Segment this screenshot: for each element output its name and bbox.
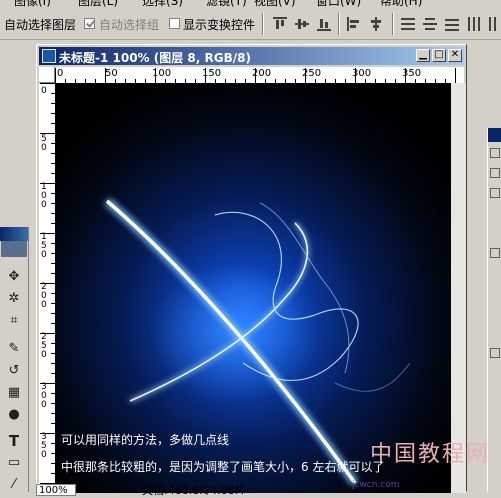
distribute-left-icon[interactable]: [466, 16, 482, 32]
auto-select-group-label: 自动选择组: [99, 18, 160, 32]
palette-icon[interactable]: [490, 168, 500, 178]
options-separator: [262, 13, 264, 35]
palette-icon[interactable]: [490, 248, 500, 258]
ruler-tick: [205, 68, 206, 83]
ruler-tick: [405, 68, 406, 83]
tools-palette: ✥ ✲ ⌗ ✎ ↺ ▦ ● T ▭ ⁄: [0, 227, 29, 492]
ruler-label: 200: [41, 282, 47, 310]
palette-icon[interactable]: [490, 348, 500, 358]
ruler-label: 250: [41, 332, 47, 360]
watermark-logo: 中国教程网: [370, 442, 491, 467]
ruler-label: 50: [41, 134, 47, 153]
document-window: 未标题-1 100% (图层 8, RGB/8) ▁ □ ✕ 0 50 100 …: [36, 44, 467, 493]
right-palette-header[interactable]: [488, 128, 501, 142]
vertical-scrollbar[interactable]: [451, 83, 466, 493]
document-title-bar[interactable]: 未标题-1 100% (图层 8, RGB/8) ▁ □ ✕: [39, 47, 464, 65]
crop-tool-icon[interactable]: ⌗: [4, 311, 24, 331]
ruler-label: 0: [57, 68, 64, 79]
ruler-tick: [40, 383, 55, 384]
menu-bar: 图像(I) 图层(L) 选择(S) 滤镜(T) 视图(V) 窗口(W) 帮助(H…: [0, 0, 501, 8]
zoom-field[interactable]: 100%: [36, 484, 76, 496]
document-size-status: 文档:468.8K/4.08M: [142, 484, 245, 497]
minimize-button[interactable]: ▁: [416, 49, 430, 62]
caption-line-1: 可以用同样的方法，多做几点线: [61, 433, 230, 447]
palette-icon[interactable]: [490, 188, 500, 198]
document-icon: [42, 49, 56, 63]
watermark-url: jcwcn.com: [352, 480, 400, 490]
ruler-tick: [40, 183, 55, 184]
close-button[interactable]: ✕: [448, 49, 462, 62]
ruler-tick: [40, 333, 55, 334]
menu-item-layer[interactable]: 图层(L): [78, 0, 118, 8]
ruler-tick: [40, 83, 55, 84]
align-horizontal-center-icon[interactable]: [368, 16, 384, 32]
ruler-tick: [305, 68, 306, 83]
brush-tool-icon[interactable]: ✎: [4, 339, 24, 359]
menu-item-select[interactable]: 选择(S): [142, 0, 183, 8]
auto-select-layer-label[interactable]: 自动选择图层: [4, 16, 76, 33]
menu-item-help[interactable]: 帮助(H): [380, 0, 422, 8]
history-brush-tool-icon[interactable]: ↺: [4, 361, 24, 381]
align-left-icon[interactable]: [346, 16, 362, 32]
ruler-tick: [105, 68, 106, 83]
palette-icon[interactable]: [490, 148, 500, 158]
gradient-tool-icon[interactable]: ▦: [4, 383, 24, 403]
vertical-ruler[interactable]: 0 50 100 150 200 250 300 350: [39, 83, 56, 493]
ruler-tick: [455, 68, 456, 83]
show-transform-controls-label: 显示变换控件: [183, 18, 256, 32]
options-separator: [338, 13, 340, 35]
options-separator: [392, 13, 394, 35]
auto-select-group-checkbox[interactable]: [84, 18, 95, 29]
menu-item-image[interactable]: 图像(I): [14, 0, 51, 8]
align-top-icon[interactable]: [272, 16, 288, 32]
align-vertical-center-icon[interactable]: [294, 16, 310, 32]
text-tool-icon[interactable]: T: [4, 431, 24, 451]
distribute-right-icon[interactable]: [486, 16, 501, 32]
document-title: 未标题-1 100% (图层 8, RGB/8): [59, 51, 251, 65]
ruler-tick: [40, 133, 55, 134]
distribute-bottom-icon[interactable]: [444, 16, 460, 32]
canvas[interactable]: 可以用同样的方法，多做几点线 中很那条比较粗的，是因为调整了画笔大小，6 左右就…: [55, 83, 451, 493]
ruler-label: 0: [41, 86, 47, 96]
ruler-tick: [40, 283, 55, 284]
ruler-origin[interactable]: [39, 67, 55, 83]
options-bar: 自动选择图层 自动选择组 显示变换控件: [0, 8, 501, 40]
ruler-label: 300: [41, 382, 47, 410]
menu-item-view[interactable]: 视图(V): [254, 0, 296, 8]
burn-tool-icon[interactable]: ●: [4, 405, 24, 425]
move-tool-icon[interactable]: ✥: [4, 267, 24, 287]
menu-item-window[interactable]: 窗口(W): [316, 0, 361, 8]
ruler-label: 150: [41, 232, 47, 260]
maximize-button[interactable]: □: [432, 49, 446, 62]
ruler-tick: [355, 68, 356, 83]
menu-item-filter[interactable]: 滤镜(T): [206, 0, 247, 8]
ruler-tick: [255, 68, 256, 83]
ruler-tick: [40, 433, 55, 434]
distribute-center-icon[interactable]: [422, 16, 438, 32]
caption-line-2: 中很那条比较粗的，是因为调整了画笔大小，6 左右就可以了: [61, 460, 385, 474]
ruler-tick: [55, 68, 56, 83]
horizontal-ruler[interactable]: 0 50 100 150 200 250 300 350: [55, 67, 464, 84]
distribute-top-icon[interactable]: [400, 16, 416, 32]
ruler-tick: [155, 68, 156, 83]
tools-palette-header[interactable]: [0, 227, 28, 241]
show-transform-controls-checkbox[interactable]: [169, 18, 180, 29]
ruler-tick: [40, 233, 55, 234]
photoshop-feather-logo[interactable]: [1, 241, 27, 257]
align-bottom-icon[interactable]: [316, 16, 332, 32]
eyedropper-tool-icon[interactable]: ⁄: [4, 475, 24, 495]
shape-tool-icon[interactable]: ▭: [4, 453, 24, 473]
magic-wand-tool-icon[interactable]: ✲: [4, 289, 24, 309]
ruler-label: 50: [105, 68, 118, 79]
ruler-label: 100: [41, 182, 47, 210]
ruler-label: 350: [41, 432, 47, 460]
